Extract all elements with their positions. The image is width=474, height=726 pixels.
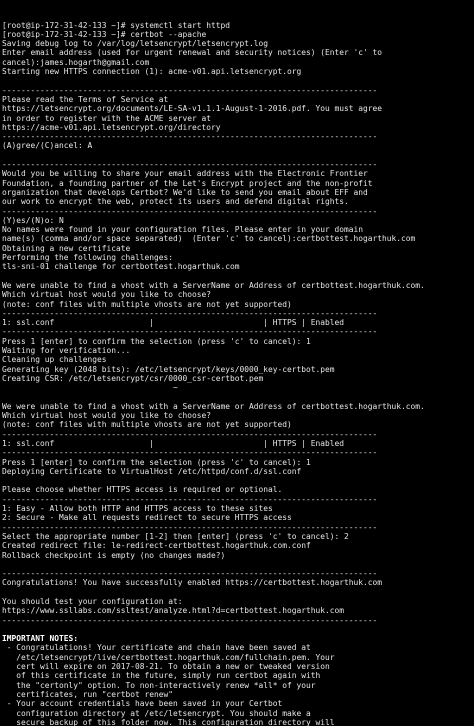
terminal-line: Created redirect file: le-redirect-certb… bbox=[2, 541, 311, 551]
terminal-line: https://letsencrypt.org/documents/LE-SA-… bbox=[2, 104, 383, 114]
terminal-line: Press 1 [enter] to confirm the selection… bbox=[2, 457, 311, 467]
terminal-line: tls-sni-01 challenge for certbottest.hog… bbox=[2, 262, 240, 272]
terminal-line: Saving debug log to /var/log/letsencrypt… bbox=[2, 39, 269, 49]
terminal-line: No names were found in your configuratio… bbox=[2, 225, 364, 235]
terminal-line: certificates, run "certbot renew" bbox=[2, 689, 174, 699]
terminal-line: - Congratulations! Your certificate and … bbox=[2, 643, 311, 653]
terminal-line: Please read the Terms of Service at bbox=[2, 94, 169, 104]
terminal-line: We were unable to find a vhost with a Se… bbox=[2, 401, 425, 411]
separator-line: ----------------------------------------… bbox=[2, 615, 378, 625]
terminal-line: Press 1 [enter] to confirm the selection… bbox=[2, 336, 311, 346]
terminal-line: secure backup of this folder now. This c… bbox=[2, 717, 335, 726]
terminal-line: Enter email address (used for urgent ren… bbox=[2, 48, 383, 58]
terminal-line: of this certificate in the future, simpl… bbox=[2, 671, 321, 681]
terminal-line: cancel):james.hogarth@gmail.com bbox=[2, 57, 150, 67]
terminal-line: Select the appropriate number [1-2] then… bbox=[2, 531, 349, 541]
terminal-line: Deploying Certificate to VirtualHost /et… bbox=[2, 466, 302, 476]
terminal-line: Please choose whether HTTPS access is re… bbox=[2, 485, 283, 495]
shell-prompt-line: [root@ip-172-31-42-133 ~]# systemctl sta… bbox=[2, 20, 231, 30]
separator-line: ----------------------------------------… bbox=[2, 85, 378, 95]
terminal-line: - Your account credentials have been sav… bbox=[2, 699, 283, 709]
terminal-line: Performing the following challenges: bbox=[2, 253, 174, 263]
terminal-line: (A)gree/(C)ancel: A bbox=[2, 141, 93, 151]
terminal-line: cert will expire on 2017-08-21. To obtai… bbox=[2, 662, 330, 672]
terminal-line: configuration directory at /etc/letsencr… bbox=[2, 708, 311, 718]
separator-line: ----------------------------------------… bbox=[2, 429, 378, 439]
terminal-line: 1: Easy - Allow both HTTP and HTTPS acce… bbox=[2, 504, 273, 514]
separator-line: ----------------------------------------… bbox=[2, 494, 378, 504]
terminal-line: Foundation, a founding partner of the Le… bbox=[2, 178, 373, 188]
terminal-line: (note: conf files with multiple vhosts a… bbox=[2, 420, 292, 430]
terminal-line: Which virtual host would you like to cho… bbox=[2, 290, 212, 300]
terminal-line: Waiting for verification... bbox=[2, 345, 131, 355]
separator-line: ----------------------------------------… bbox=[2, 327, 378, 337]
terminal-line: organization that develops Certbot? We'd… bbox=[2, 187, 368, 197]
terminal-line: in order to register with the ACME serve… bbox=[2, 113, 212, 123]
terminal-line: (note: conf files with multiple vhosts a… bbox=[2, 299, 292, 309]
terminal-line: https://www.ssllabs.com/ssltest/analyze.… bbox=[2, 606, 345, 616]
terminal-line: our work to encrypt the web, protect its… bbox=[2, 197, 349, 207]
separator-line: ----------------------------------------… bbox=[2, 206, 378, 216]
terminal-line: 1: ssl.conf | | HTTPS | Enabled bbox=[2, 318, 345, 328]
separator-line: ----------------------------------------… bbox=[2, 308, 378, 318]
separator-line: ----------------------------------------… bbox=[2, 569, 378, 579]
terminal-line: Rollback checkpoint is empty (no changes… bbox=[2, 550, 226, 560]
terminal-line: Generating key (2048 bits): /etc/letsenc… bbox=[2, 364, 335, 374]
terminal-line: name(s) (comma and/or space separated) (… bbox=[2, 234, 416, 244]
terminal-line: https://acme-v01.api.letsencrypt.org/dir… bbox=[2, 122, 221, 132]
separator-line: ----------------------------------------… bbox=[2, 132, 378, 142]
terminal-line: Would you be willing to share your email… bbox=[2, 169, 368, 179]
terminal-line: Creating CSR: /etc/letsencrypt/csr/0000_… bbox=[2, 373, 264, 383]
important-notes-heading: IMPORTANT NOTES: bbox=[2, 634, 79, 644]
terminal-window[interactable]: [root@ip-172-31-42-133 ~]# systemctl sta… bbox=[0, 0, 474, 726]
terminal-line: (Y)es/(N)o: N bbox=[2, 215, 64, 225]
terminal-line: 1: ssl.conf | | HTTPS | Enabled bbox=[2, 438, 345, 448]
terminal-line: We were unable to find a vhost with a Se… bbox=[2, 280, 425, 290]
terminal-line: Which virtual host would you like to cho… bbox=[2, 411, 212, 421]
success-message: Congratulations! You have successfully e… bbox=[2, 578, 383, 588]
terminal-output: [root@ip-172-31-42-133 ~]# systemctl sta… bbox=[2, 21, 474, 726]
terminal-line: You should test your configuration at: bbox=[2, 597, 183, 606]
terminal-line: Starting new HTTPS connection (1): acme-… bbox=[2, 67, 302, 77]
terminal-line: 2: Secure - Make all requests redirect t… bbox=[2, 513, 292, 523]
shell-prompt-line: [root@ip-172-31-42-133 ~]# certbot --apa… bbox=[2, 29, 207, 39]
separator-line: ----------------------------------------… bbox=[2, 160, 378, 170]
terminal-line: ~ bbox=[2, 383, 178, 393]
separator-line: ----------------------------------------… bbox=[2, 522, 378, 532]
terminal-line: Cleaning up challenges bbox=[2, 355, 107, 365]
separator-line: ----------------------------------------… bbox=[2, 448, 378, 458]
terminal-line: Obtaining a new certificate bbox=[2, 243, 131, 253]
terminal-line: the "certonly" option. To non-interactiv… bbox=[2, 680, 316, 690]
terminal-line: /etc/letsencrypt/live/certbottest.hogart… bbox=[2, 652, 335, 662]
